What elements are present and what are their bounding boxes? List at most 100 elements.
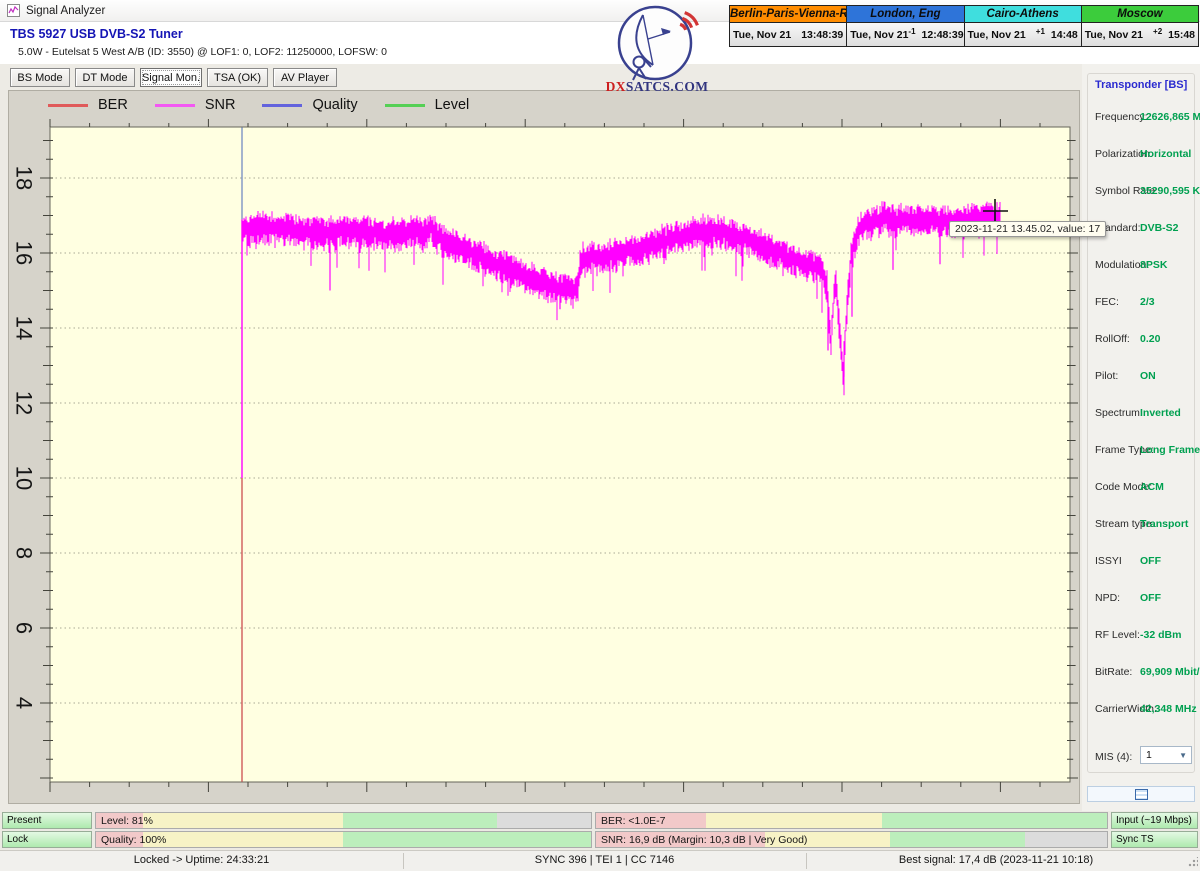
dxsatcs-logo: DXSATCS.COM — [596, 3, 718, 98]
tab-signal-mon[interactable]: Signal Mon. — [140, 68, 202, 87]
field-value-pilot: ON — [1140, 370, 1156, 382]
progress-label-ber: BER: <1.0E-7 — [601, 815, 666, 827]
clock-date: Tue, Nov 21 — [968, 29, 1026, 41]
screenshot-button[interactable] — [1087, 786, 1195, 802]
logo-text-rest: SATCS.COM — [626, 79, 708, 94]
field-spectrum: Spectrum: — [1095, 407, 1143, 419]
screenshot-icon — [1135, 789, 1148, 800]
field-issyi: ISSYI — [1095, 555, 1122, 567]
legend-swatch-ber — [48, 104, 88, 107]
resize-grip[interactable] — [1188, 857, 1198, 867]
segment — [343, 813, 496, 828]
transponder-sidebar: Transponder [BS] MIS (4): 1 ▼ Frequency:… — [1082, 64, 1200, 811]
clock-city-label: Berlin-Paris-Vienna-Roma — [730, 6, 846, 23]
progress-bar-level: Level: 81% — [95, 812, 592, 829]
clock-city-label: London, Eng — [847, 6, 963, 23]
field-value-bitrate: 69,909 Mbit/s — [1140, 666, 1200, 678]
field-value-modulation: 8PSK — [1140, 259, 1167, 271]
legend-item-snr: SNR — [155, 97, 236, 113]
mis-select-value: 1 — [1146, 749, 1152, 761]
field-rf-level: RF Level: — [1095, 629, 1140, 641]
legend-swatch-snr — [155, 104, 195, 107]
clock-datetime: Tue, Nov 21 13:48:39 — [730, 23, 846, 46]
tab-tsa-ok[interactable]: TSA (OK) — [207, 68, 268, 87]
transponder-groupbox: Transponder [BS] MIS (4): 1 ▼ Frequency:… — [1087, 73, 1195, 773]
tab-dt-mode[interactable]: DT Mode — [75, 68, 135, 87]
legend-label: Quality — [312, 97, 357, 113]
clock-datetime: Tue, Nov 21-112:48:39 — [847, 23, 963, 46]
status-best-signal: Best signal: 17,4 dB (2023-11-21 10:18) — [806, 854, 1186, 866]
field-value-stream-type: Transport — [1140, 518, 1188, 530]
clock-date: Tue, Nov 21 — [733, 29, 791, 41]
field-value-fec: 2/3 — [1140, 296, 1155, 308]
badge-lock: Lock — [2, 831, 92, 848]
signal-analyzer-window: Signal Analyzer TBS 5927 USB DVB-S2 Tune… — [0, 0, 1200, 870]
legend-item-quality: Quality — [262, 97, 357, 113]
clock-cairo-athens: Cairo-AthensTue, Nov 21+114:48 — [964, 6, 1081, 46]
field-value-polarization: Horizontal — [1140, 148, 1191, 160]
progress-bar-snr: SNR: 16,9 dB (Margin: 10,3 dB | Very Goo… — [595, 831, 1108, 848]
segment — [706, 813, 882, 828]
clock-city-label: Cairo-Athens — [965, 6, 1081, 23]
clock-london-eng: London, EngTue, Nov 21-112:48:39 — [846, 6, 963, 46]
tab-strip: BS Mode DT Mode Signal Mon. TSA (OK) AV Play… — [0, 64, 1082, 90]
legend-label: BER — [98, 97, 128, 113]
logo-circle — [619, 7, 691, 79]
field-value-rolloff: 0.20 — [1140, 333, 1160, 345]
tuner-title: TBS 5927 USB DVB-S2 Tuner — [10, 27, 183, 41]
legend-item-ber: BER — [48, 97, 128, 113]
field-value-frequency: 12626,865 MHz — [1140, 111, 1200, 123]
field-value-code-mode: ACM — [1140, 481, 1164, 493]
status-uptime: Locked -> Uptime: 24:33:21 — [0, 854, 403, 866]
chart-tooltip: 2023-11-21 13.45.02, value: 17 — [949, 221, 1106, 237]
field-value-rf-level: -32 dBm — [1140, 629, 1181, 641]
clock-city-label: Moscow — [1082, 6, 1198, 23]
segment — [143, 813, 343, 828]
logo-text-dx: DX — [606, 79, 626, 94]
progress-label-snr: SNR: 16,9 dB (Margin: 10,3 dB | Very Goo… — [601, 834, 807, 846]
tab-bs-mode[interactable]: BS Mode — [10, 68, 70, 87]
clock-time: 13:48:39 — [801, 29, 843, 41]
field-fec: FEC: — [1095, 296, 1119, 308]
badge-input: Input (~19 Mbps) — [1111, 812, 1198, 829]
logo-text: DXSATCS.COM — [596, 79, 718, 95]
world-clocks: Berlin-Paris-Vienna-Roma Tue, Nov 21 13:48… — [729, 5, 1199, 47]
clock-time: 14:48 — [1051, 29, 1078, 41]
clock-time: 15:48 — [1168, 29, 1195, 41]
signal-chart-panel[interactable] — [8, 90, 1080, 804]
clock-date: Tue, Nov 21 — [1085, 29, 1143, 41]
status-bar: Locked -> Uptime: 24:33:21 SYNC 396 | TE… — [0, 850, 1200, 871]
window-title: Signal Analyzer — [26, 5, 105, 17]
legend-swatch-quality — [262, 104, 302, 107]
field-rolloff: RollOff: — [1095, 333, 1130, 345]
badge-syncts: Sync TS — [1111, 831, 1198, 848]
chart-legend: BER SNR Quality Level — [48, 97, 469, 113]
field-value-frame-type: Long Frame — [1140, 444, 1200, 456]
status-sync: SYNC 396 | TEI 1 | CC 7146 — [403, 854, 806, 866]
progress-bar-quality: Quality: 100% — [95, 831, 592, 848]
legend-label: SNR — [205, 97, 236, 113]
legend-item-level: Level — [385, 97, 470, 113]
clock-date: Tue, Nov 21 — [850, 29, 908, 41]
clock-moscow: MoscowTue, Nov 21+215:48 — [1081, 6, 1198, 46]
progress-label-quality: Quality: 100% — [101, 834, 166, 846]
clock-utc-offset: -1 — [908, 27, 919, 36]
legend-swatch-level — [385, 104, 425, 107]
field-pilot: Pilot: — [1095, 370, 1118, 382]
chevron-down-icon: ▼ — [1179, 751, 1191, 760]
tab-av-player[interactable]: AV Player — [273, 68, 337, 87]
progress-label-level: Level: 81% — [101, 815, 153, 827]
field-mis-label: MIS (4): — [1095, 751, 1132, 763]
segment — [497, 813, 591, 828]
field-value-npd: OFF — [1140, 592, 1161, 604]
app-icon — [7, 4, 20, 17]
mis-select[interactable]: 1 ▼ — [1140, 746, 1192, 764]
clock-datetime: Tue, Nov 21+114:48 — [965, 23, 1081, 46]
groupbox-title: Transponder [BS] — [1095, 79, 1187, 91]
badge-present: Present — [2, 812, 92, 829]
segment — [343, 832, 591, 847]
segment — [143, 832, 343, 847]
field-bitrate: BitRate: — [1095, 666, 1132, 678]
field-value-issyi: OFF — [1140, 555, 1161, 567]
clock-time: 12:48:39 — [922, 29, 964, 41]
